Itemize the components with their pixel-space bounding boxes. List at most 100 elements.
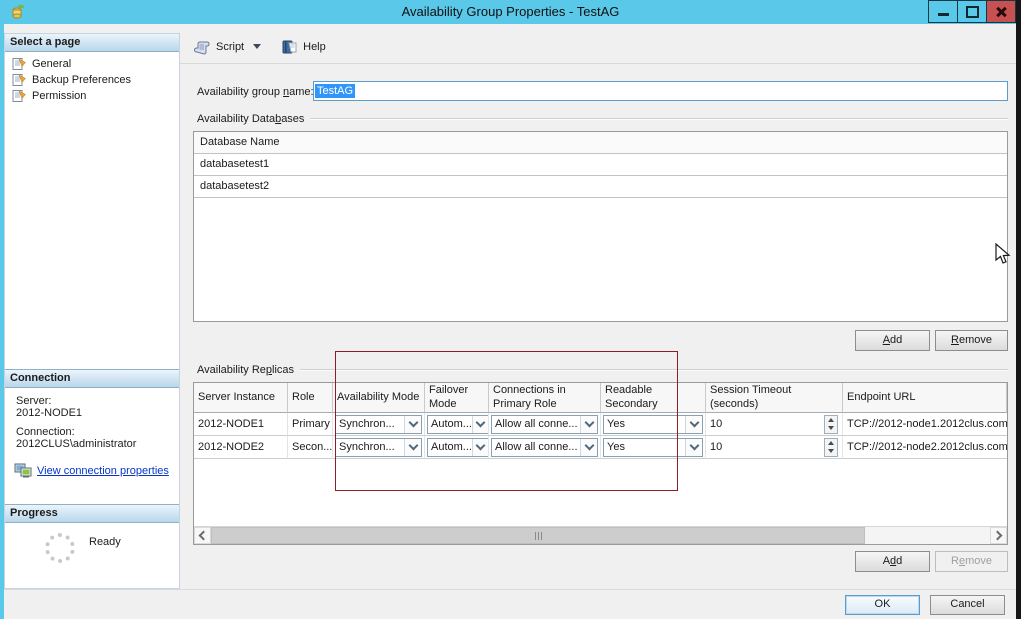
column-header-role: Role (288, 383, 333, 413)
select-a-page-header: Select a page (5, 34, 179, 52)
connection-section: Connection Server: 2012-NODE1 Connection… (5, 369, 179, 478)
group-divider (300, 369, 1008, 371)
readable-secondary-dropdown[interactable]: Yes (603, 438, 703, 457)
column-header-endpoint-url: Endpoint URL (843, 383, 1007, 413)
script-button-label: Script (216, 41, 244, 53)
maximize-icon (966, 6, 979, 18)
sidebar-item-label: Backup Preferences (32, 74, 131, 86)
sidebar-item-backup-preferences[interactable]: Backup Preferences (5, 72, 179, 88)
window-title: Availability Group Properties - TestAG (0, 4, 1021, 19)
help-icon (281, 39, 298, 55)
failover-mode-dropdown[interactable]: Autom... (427, 415, 489, 434)
scrollbar-thumb[interactable] (211, 527, 865, 544)
replicas-remove-button[interactable]: Remove (935, 551, 1008, 572)
dropdown-arrow-icon[interactable] (472, 439, 489, 456)
group-divider (310, 118, 1008, 120)
session-timeout-value[interactable]: 10 (710, 441, 722, 453)
server-label: Server: (5, 395, 179, 407)
script-button[interactable]: Script (188, 36, 266, 58)
script-icon (193, 39, 211, 55)
server-value: 2012-NODE1 (5, 407, 179, 419)
replicas-add-button[interactable]: Add (855, 551, 930, 572)
scrollbar-track[interactable] (211, 527, 990, 544)
minimize-icon (938, 13, 949, 16)
connections-dropdown[interactable]: Allow all conne... (491, 438, 598, 457)
table-row[interactable]: databasetest2 (194, 176, 1007, 198)
spin-down-icon (825, 424, 837, 433)
dropdown-arrow-icon[interactable] (685, 439, 702, 456)
ok-button[interactable]: OK (845, 595, 920, 615)
databases-remove-button[interactable]: Remove (935, 330, 1008, 351)
sidebar-item-label: Permission (32, 90, 86, 102)
column-header-failover-mode: Failover Mode (425, 383, 489, 413)
endpoint-url: TCP://2012-node1.2012clus.com (843, 413, 1007, 436)
readable-secondary-dropdown[interactable]: Yes (603, 415, 703, 434)
titlebar: Availability Group Properties - TestAG (0, 0, 1021, 24)
dropdown-arrow-icon[interactable] (685, 416, 702, 433)
dialog-window: Availability Group Properties - TestAG S… (0, 0, 1021, 619)
replica-role: Primary (288, 413, 333, 436)
replica-role: Secon... (288, 436, 333, 459)
caret-down-icon[interactable] (253, 44, 261, 49)
minimize-button[interactable] (928, 0, 958, 23)
horizontal-scrollbar[interactable] (194, 526, 1007, 544)
column-header-session-timeout: Session Timeout (seconds) (706, 383, 843, 413)
dropdown-arrow-icon[interactable] (580, 416, 597, 433)
help-button-label: Help (303, 41, 326, 53)
dropdown-arrow-icon[interactable] (580, 439, 597, 456)
dropdown-arrow-icon[interactable] (404, 439, 421, 456)
connection-header: Connection (5, 369, 179, 388)
replicas-group-label: Availability Replicas (197, 364, 294, 376)
cancel-button[interactable]: Cancel (930, 595, 1005, 615)
page-icon (12, 89, 27, 103)
column-header-connections: Connections in Primary Role (489, 383, 601, 413)
table-row[interactable]: databasetest1 (194, 154, 1007, 176)
spin-up-icon (825, 416, 837, 425)
spin-up-icon (825, 439, 837, 448)
sidebar: Select a page General Backup Preferences… (4, 33, 180, 589)
view-connection-properties-link[interactable]: View connection properties (37, 465, 169, 477)
replicas-table: Server Instance Role Availability Mode F… (193, 382, 1008, 545)
failover-mode-dropdown[interactable]: Autom... (427, 438, 489, 457)
sidebar-item-general[interactable]: General (5, 56, 179, 72)
session-timeout-value[interactable]: 10 (710, 418, 722, 430)
page-icon (12, 57, 27, 71)
maximize-button[interactable] (957, 0, 987, 23)
close-icon (995, 6, 1007, 18)
connection-icon (14, 463, 32, 478)
caption-buttons (929, 0, 1016, 23)
ag-name-value: TestAG (315, 84, 355, 98)
toolbar: Script Help (180, 30, 1016, 64)
progress-section: Progress Ready (5, 504, 179, 583)
session-timeout-cell: 10 (706, 413, 843, 436)
progress-status: Ready (89, 536, 121, 548)
spin-down-icon (825, 447, 837, 456)
replica-server-instance: 2012-NODE1 (194, 413, 288, 436)
window-frame-right (1016, 0, 1021, 619)
databases-table: Database Name databasetest1 databasetest… (193, 131, 1008, 322)
connection-value: 2012CLUS\administrator (5, 438, 179, 450)
dropdown-arrow-icon[interactable] (404, 416, 421, 433)
help-button[interactable]: Help (276, 36, 331, 58)
databases-add-button[interactable]: Add (855, 330, 930, 351)
progress-header: Progress (5, 504, 179, 523)
quantity-stepper[interactable] (824, 438, 838, 457)
ag-name-input[interactable]: TestAG (313, 81, 1008, 101)
sidebar-item-permission[interactable]: Permission (5, 88, 179, 104)
close-button[interactable] (986, 0, 1016, 23)
sidebar-item-label: General (32, 58, 71, 70)
ag-name-label: Availability group name: (197, 86, 314, 98)
column-header-server-instance: Server Instance (194, 383, 288, 413)
quantity-stepper[interactable] (824, 415, 838, 434)
column-header-availability-mode: Availability Mode (333, 383, 425, 413)
availability-mode-dropdown[interactable]: Synchron... (335, 415, 422, 434)
availability-mode-dropdown[interactable]: Synchron... (335, 438, 422, 457)
column-header-readable-secondary: Readable Secondary (601, 383, 706, 413)
spinner-icon (45, 533, 75, 563)
scroll-left-icon[interactable] (194, 527, 211, 544)
scroll-right-icon[interactable] (990, 527, 1007, 544)
connection-label: Connection: (5, 426, 179, 438)
dropdown-arrow-icon[interactable] (472, 416, 489, 433)
connections-dropdown[interactable]: Allow all conne... (491, 415, 598, 434)
replica-server-instance: 2012-NODE2 (194, 436, 288, 459)
